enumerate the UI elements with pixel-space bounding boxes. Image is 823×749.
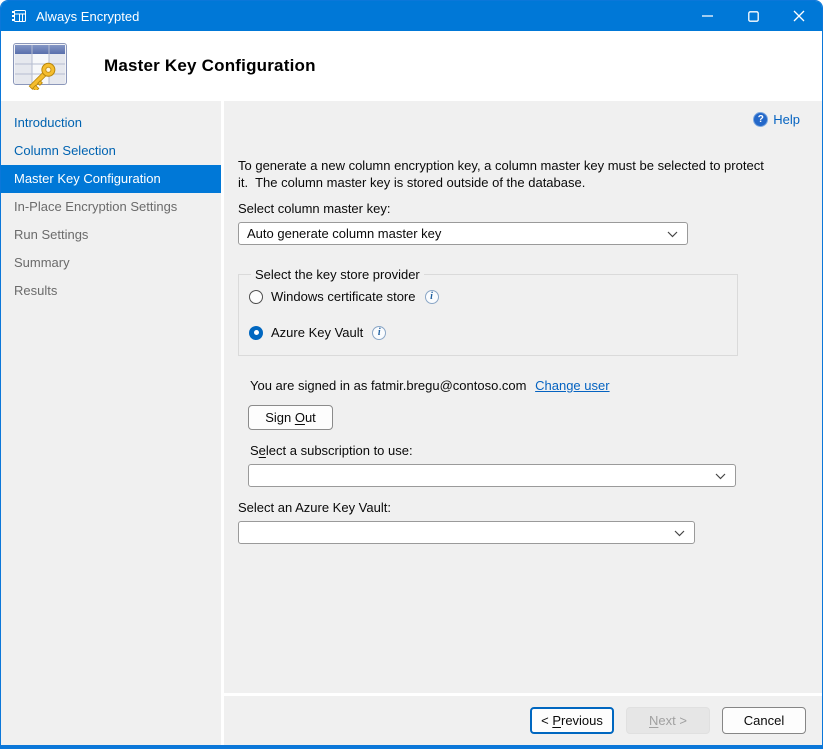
label-segment: revious	[561, 713, 603, 728]
main-panel: Help To generate a new column encryption…	[224, 101, 822, 693]
column-master-key-value: Auto generate column master key	[247, 226, 441, 241]
sidebar-item-master-key-configuration[interactable]: Master Key Configuration	[1, 165, 221, 193]
wizard-header: Master Key Configuration	[1, 31, 822, 101]
windows-certificate-store-option: Windows certificate store	[249, 289, 727, 304]
label-segment: e	[259, 443, 266, 458]
cancel-button[interactable]: Cancel	[722, 707, 806, 734]
label-segment: <	[541, 713, 552, 728]
label-segment: Sign	[265, 410, 295, 425]
sidebar-item-column-selection[interactable]: Column Selection	[1, 137, 221, 165]
chevron-down-icon	[715, 473, 726, 480]
previous-button[interactable]: < Previous	[530, 707, 614, 734]
sidebar-item-results: Results	[1, 277, 221, 305]
close-icon	[793, 10, 805, 22]
right-column: Help To generate a new column encryption…	[224, 101, 822, 745]
change-user-link[interactable]: Change user	[535, 378, 609, 393]
signed-in-row: You are signed in as fatmir.bregu@contos…	[250, 378, 800, 393]
maximize-button[interactable]	[730, 1, 776, 31]
subscription-dropdown[interactable]	[248, 464, 736, 487]
azure-key-vault-select-label: Select an Azure Key Vault:	[238, 500, 800, 515]
description-text: To generate a new column encryption key,…	[238, 158, 778, 191]
windows-certificate-store-label: Windows certificate store	[271, 289, 416, 304]
label-segment: lect a subscription to use:	[266, 443, 413, 458]
chevron-down-icon	[667, 231, 678, 238]
sidebar-item-in-place-encryption-settings: In-Place Encryption Settings	[1, 193, 221, 221]
window-title: Always Encrypted	[36, 9, 139, 24]
label-segment: S	[250, 443, 259, 458]
wizard-steps-sidebar: Introduction Column Selection Master Key…	[1, 101, 224, 745]
label-segment: ext >	[658, 713, 687, 728]
maximize-icon	[748, 11, 759, 22]
azure-key-vault-option: Azure Key Vault	[249, 325, 727, 340]
help-link[interactable]: Help	[753, 111, 800, 128]
sidebar-item-run-settings: Run Settings	[1, 221, 221, 249]
next-button[interactable]: Next >	[626, 707, 710, 734]
close-button[interactable]	[776, 1, 822, 31]
help-row: Help	[238, 111, 800, 128]
minimize-icon	[702, 15, 713, 17]
azure-key-vault-label: Azure Key Vault	[271, 325, 363, 340]
info-circle-icon[interactable]	[425, 290, 439, 304]
sidebar-item-summary: Summary	[1, 249, 221, 277]
help-label: Help	[773, 112, 800, 127]
page-title: Master Key Configuration	[104, 56, 316, 76]
titlebar: Always Encrypted	[1, 1, 822, 31]
label-segment: N	[649, 713, 658, 728]
sidebar-item-introduction[interactable]: Introduction	[1, 109, 221, 137]
always-encrypted-wizard-window: Always Encrypted	[0, 0, 823, 749]
table-key-icon	[11, 8, 27, 24]
table-key-icon	[12, 42, 74, 90]
azure-key-vault-radio[interactable]	[249, 326, 263, 340]
minimize-button[interactable]	[684, 1, 730, 31]
key-store-provider-legend: Select the key store provider	[251, 267, 424, 282]
wizard-footer: < Previous Next > Cancel	[224, 693, 822, 745]
windows-certificate-store-radio[interactable]	[249, 290, 263, 304]
subscription-label: Select a subscription to use:	[250, 443, 800, 458]
column-master-key-dropdown[interactable]: Auto generate column master key	[238, 222, 688, 245]
label-segment: ut	[305, 410, 316, 425]
window-controls	[684, 1, 822, 31]
label-segment: O	[295, 410, 305, 425]
chevron-down-icon	[674, 530, 685, 537]
azure-key-vault-dropdown[interactable]	[238, 521, 695, 544]
column-master-key-label: Select column master key:	[238, 201, 800, 216]
wizard-body: Introduction Column Selection Master Key…	[1, 101, 822, 745]
key-store-provider-group: Select the key store provider Windows ce…	[238, 267, 738, 356]
signed-in-text: You are signed in as fatmir.bregu@contos…	[250, 378, 527, 393]
help-question-icon	[753, 112, 768, 127]
info-circle-icon[interactable]	[372, 326, 386, 340]
sign-out-button[interactable]: Sign Out	[248, 405, 333, 430]
label-segment: P	[552, 713, 561, 728]
